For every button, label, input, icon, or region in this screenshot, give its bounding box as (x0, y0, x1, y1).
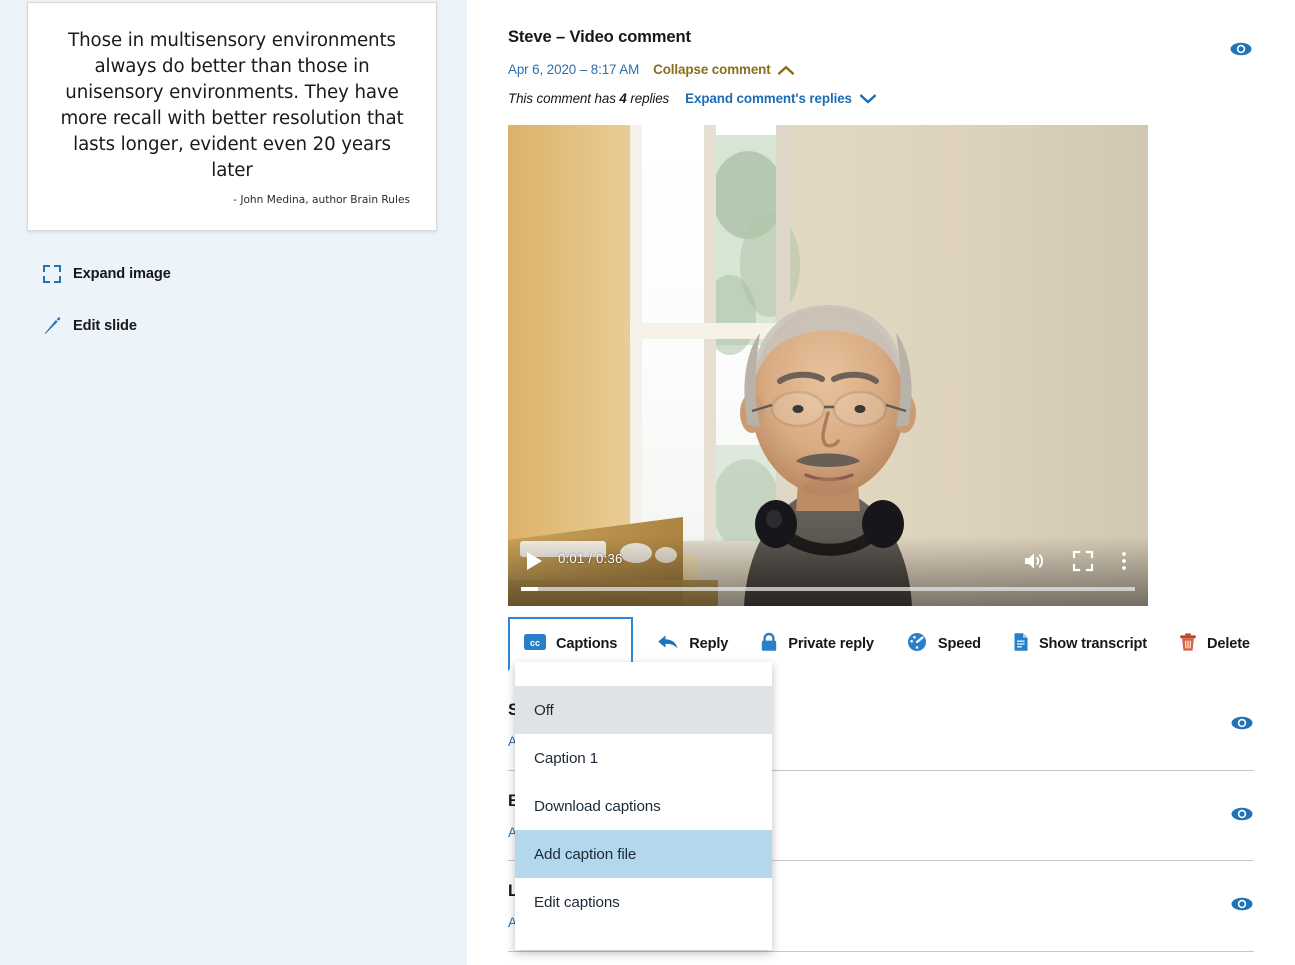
fullscreen-button[interactable] (1072, 550, 1094, 572)
volume-button[interactable] (1022, 549, 1046, 573)
eye-icon (1231, 807, 1253, 820)
video-progress-bar[interactable] (521, 587, 1135, 591)
slide-attribution-text: - John Medina, author Brain Rules (233, 193, 410, 206)
cc-icon: cc (524, 633, 546, 655)
play-button[interactable] (523, 550, 545, 572)
edit-slide-button[interactable]: Edit slide (42, 316, 137, 336)
reply-arrow-icon (657, 633, 679, 656)
comment-title: Steve – Video comment (508, 27, 691, 46)
play-icon (527, 552, 542, 570)
collapse-comment-button[interactable]: Collapse comment (653, 62, 794, 77)
expand-replies-label: Expand comment's replies (685, 91, 852, 106)
expand-image-button[interactable]: Expand image (42, 264, 171, 284)
volume-on-icon (1025, 553, 1043, 569)
kebab-menu-icon (1122, 552, 1126, 570)
captions-menu-item-download-captions[interactable]: Download captions (515, 782, 772, 830)
chevron-down-icon (859, 93, 876, 104)
captions-label: Captions (556, 636, 618, 652)
reply-label: Reply (689, 636, 729, 652)
eye-icon (1231, 897, 1253, 911)
comment-replies-row: This comment has 4 replies Expand commen… (508, 91, 876, 106)
replies-count-number: 4 (619, 91, 627, 106)
speed-button[interactable]: Speed (890, 617, 997, 671)
comment-detail-panel: Steve – Video comment Apr 6, 2020 – 8:17… (467, 0, 1295, 965)
slide-preview-card[interactable]: Those in multisensory environments alway… (27, 2, 437, 231)
lock-icon (760, 632, 778, 657)
replies-text-after: replies (626, 91, 670, 106)
comment-list-item-visibility-toggle[interactable] (1230, 804, 1254, 824)
expand-replies-button[interactable]: Expand comment's replies (685, 91, 876, 106)
svg-text:cc: cc (530, 637, 540, 647)
video-progress-fill (521, 587, 539, 591)
comment-list-item-visibility-toggle[interactable] (1230, 894, 1254, 914)
replies-count-text: This comment has 4 replies (508, 91, 669, 106)
captions-dropdown-menu[interactable]: Off Caption 1 Download captions Add capt… (515, 662, 772, 950)
captions-menu-item-add-caption-file[interactable]: Add caption file (515, 830, 772, 878)
captions-menu-item-caption-1[interactable]: Caption 1 (515, 734, 772, 782)
comment-timestamp: Apr 6, 2020 – 8:17 AM (508, 62, 640, 77)
show-transcript-button[interactable]: Show transcript (997, 617, 1163, 671)
show-transcript-label: Show transcript (1038, 636, 1147, 652)
expand-image-label: Expand image (73, 266, 171, 282)
comment-meta-row: Apr 6, 2020 – 8:17 AM Collapse comment (508, 62, 794, 77)
expand-image-icon (42, 264, 62, 284)
collapse-comment-label: Collapse comment (653, 62, 771, 77)
edit-slide-label: Edit slide (73, 318, 137, 334)
slide-quote-text: Those in multisensory environments alway… (60, 29, 404, 181)
slide-panel: Those in multisensory environments alway… (0, 0, 467, 965)
replies-text-before: This comment has (508, 91, 620, 106)
private-reply-label: Private reply (788, 636, 874, 652)
fullscreen-icon (1072, 550, 1094, 572)
delete-label: Delete (1206, 636, 1250, 652)
trash-icon (1179, 632, 1197, 657)
speed-label: Speed (937, 636, 981, 652)
eye-icon (1231, 716, 1253, 730)
video-more-options-button[interactable] (1114, 549, 1134, 573)
delete-button[interactable]: Delete (1163, 617, 1266, 671)
comment-list-item-visibility-toggle[interactable] (1230, 713, 1254, 733)
video-frame-image (508, 125, 1148, 606)
captions-menu-item-off[interactable]: Off (515, 686, 772, 734)
pencil-icon (42, 316, 62, 336)
captions-menu-item-edit-captions[interactable]: Edit captions (515, 878, 772, 926)
video-controls-bar[interactable]: 0:01 / 0:36 (508, 536, 1148, 606)
comment-visibility-toggle[interactable] (1229, 39, 1253, 59)
video-player[interactable]: 0:01 / 0:36 (508, 125, 1148, 606)
document-icon (1013, 632, 1029, 657)
chevron-up-icon (777, 65, 794, 75)
speedometer-icon (906, 632, 928, 657)
video-time-display: 0:01 / 0:36 (558, 551, 623, 566)
eye-icon (1230, 42, 1252, 56)
